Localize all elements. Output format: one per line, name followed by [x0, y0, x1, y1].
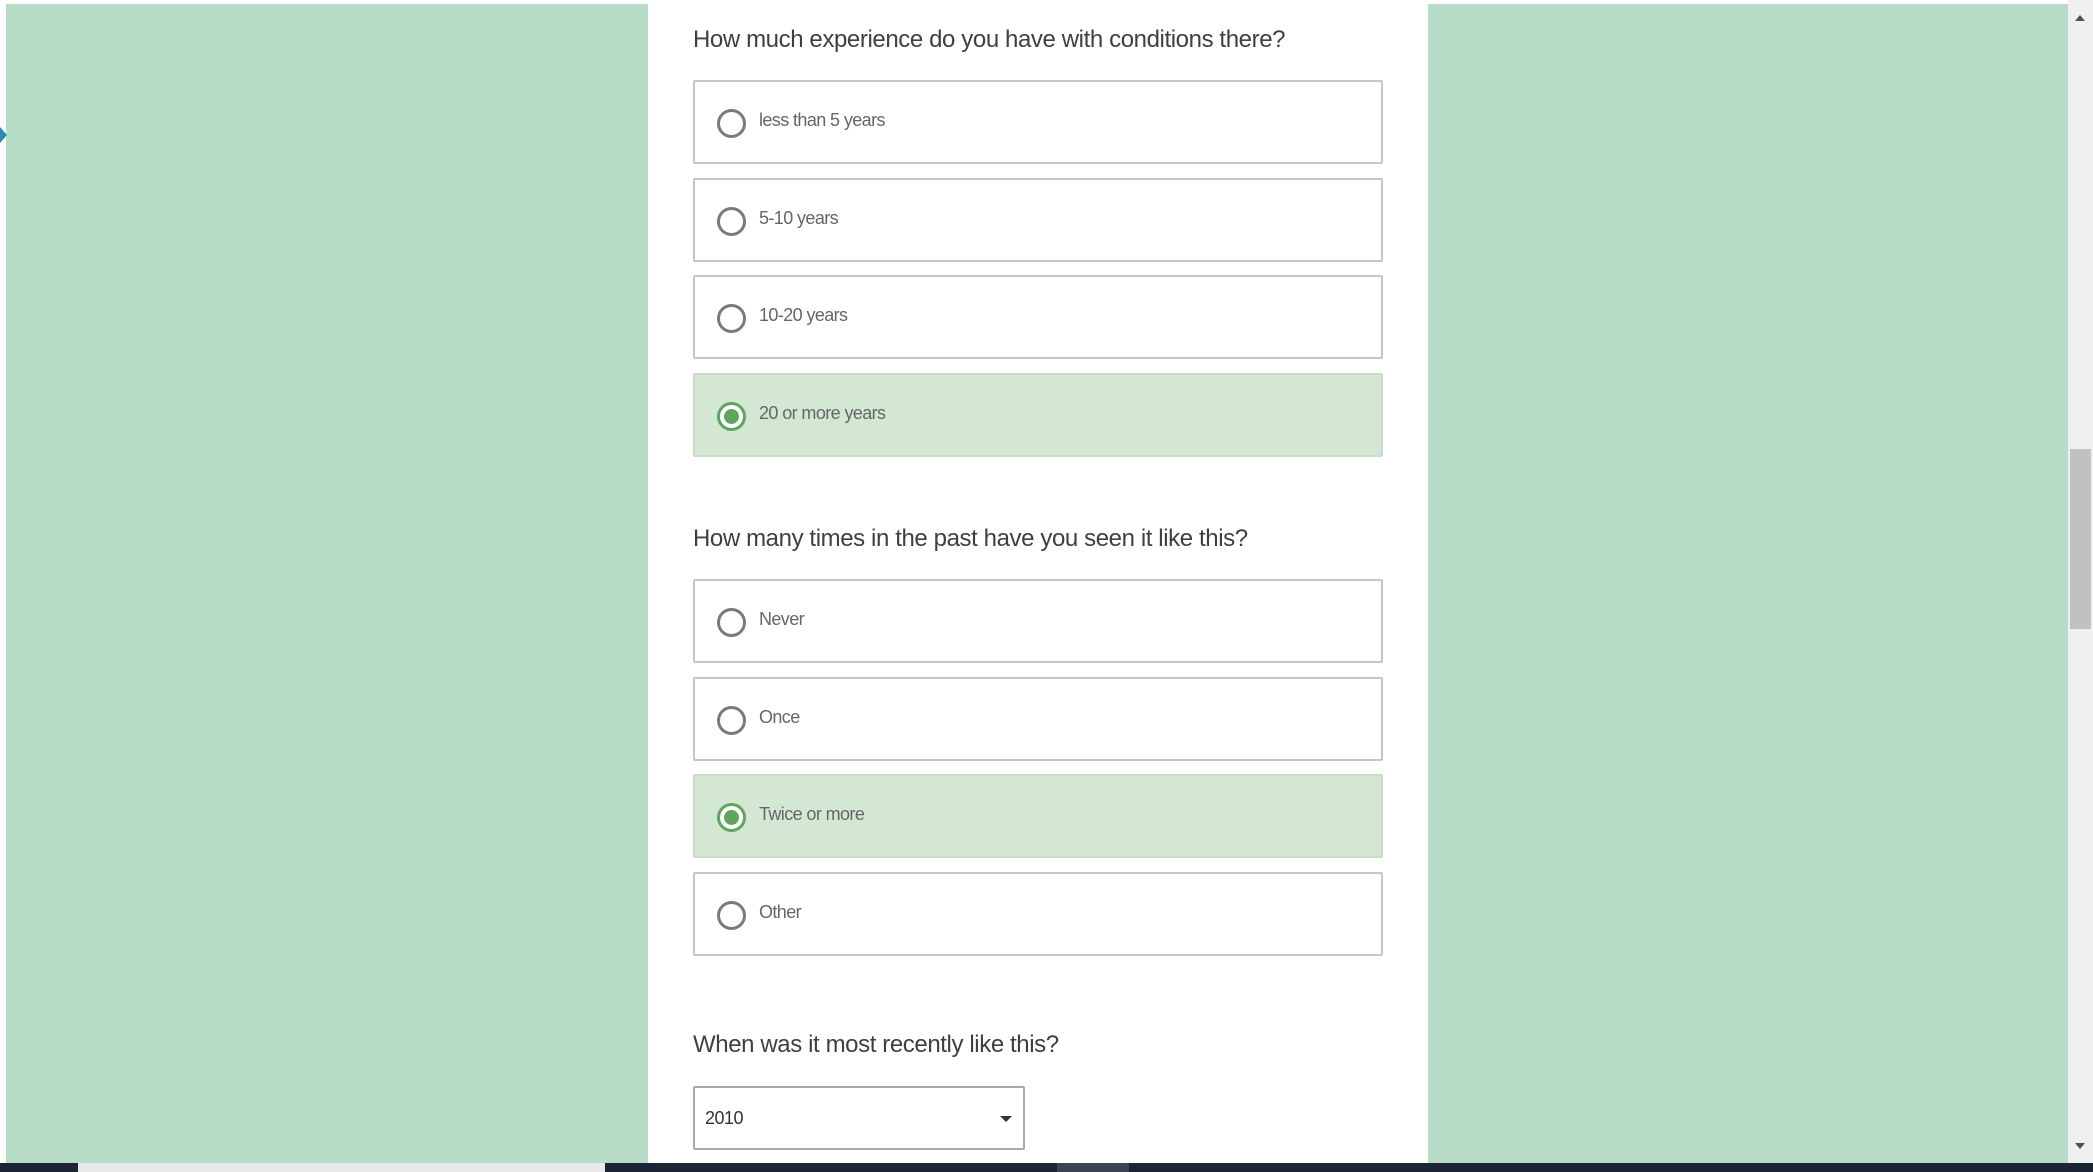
page-background-left	[6, 4, 648, 1164]
option-once[interactable]: Once	[693, 677, 1383, 761]
radio-selected-icon[interactable]	[717, 402, 746, 431]
option-label: Twice or more	[759, 804, 865, 824]
edge-arrow-icon	[0, 127, 7, 143]
taskbar-segment	[0, 1163, 78, 1172]
question-times-seen: How many times in the past have you seen…	[693, 525, 1248, 552]
option-10-20-years[interactable]: 10-20 years	[693, 275, 1383, 359]
option-other[interactable]: Other	[693, 872, 1383, 956]
option-label: less than 5 years	[759, 110, 885, 130]
option-label: Other	[759, 902, 802, 922]
option-less-than-5-years[interactable]: less than 5 years	[693, 80, 1383, 164]
option-20-or-more-years[interactable]: 20 or more years	[693, 373, 1383, 457]
year-select[interactable]: 2010	[693, 1086, 1025, 1150]
option-label: 10-20 years	[759, 305, 848, 325]
radio-selected-icon[interactable]	[717, 803, 746, 832]
question-experience: How much experience do you have with con…	[693, 26, 1286, 53]
option-label: Once	[759, 707, 800, 727]
chevron-down-icon[interactable]	[1000, 1116, 1012, 1122]
scroll-up-icon[interactable]	[2075, 15, 2085, 21]
option-5-10-years[interactable]: 5-10 years	[693, 178, 1383, 262]
option-never[interactable]: Never	[693, 579, 1383, 663]
vertical-scrollbar[interactable]	[2068, 0, 2093, 1163]
scroll-down-icon[interactable]	[2075, 1143, 2085, 1149]
radio-icon[interactable]	[717, 608, 746, 637]
taskbar-segment	[78, 1163, 605, 1172]
option-twice-or-more[interactable]: Twice or more	[693, 774, 1383, 858]
radio-icon[interactable]	[717, 207, 746, 236]
radio-icon[interactable]	[717, 109, 746, 138]
taskbar-segment	[1057, 1163, 1129, 1172]
taskbar-strip	[0, 1163, 2093, 1172]
option-label: Never	[759, 609, 805, 629]
page-background-right	[1428, 4, 2068, 1164]
survey-panel: How much experience do you have with con…	[648, 4, 1428, 1164]
browser-viewport: How much experience do you have with con…	[0, 0, 2093, 1172]
question-most-recent: When was it most recently like this?	[693, 1031, 1059, 1058]
scrollbar-thumb[interactable]	[2070, 449, 2091, 629]
radio-icon[interactable]	[717, 901, 746, 930]
year-select-value: 2010	[705, 1108, 744, 1128]
option-label: 5-10 years	[759, 208, 839, 228]
option-label: 20 or more years	[759, 403, 886, 423]
radio-icon[interactable]	[717, 304, 746, 333]
radio-icon[interactable]	[717, 706, 746, 735]
